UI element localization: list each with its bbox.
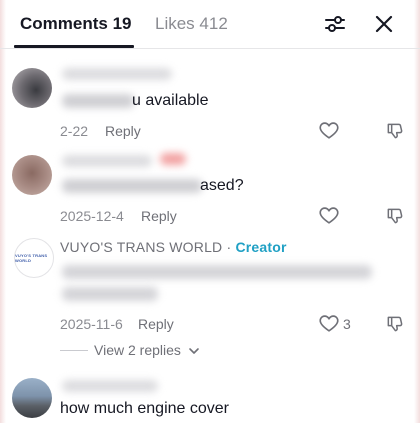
- close-icon[interactable]: [374, 14, 394, 34]
- avatar[interactable]: [12, 378, 52, 418]
- comment-date: 2025-12-4: [60, 208, 124, 224]
- sliders-icon[interactable]: [324, 13, 346, 35]
- comment-item: how much engine cover: [0, 372, 420, 423]
- replies-divider-line: [60, 350, 88, 351]
- thumbs-down-icon[interactable]: [385, 121, 405, 141]
- comment-item: ased? 2025-12-4 Reply: [0, 145, 420, 235]
- reply-button[interactable]: Reply: [138, 316, 174, 332]
- creator-comment: VUYO'S TRANS WORLD · Creator 2025-11-6 R…: [0, 235, 420, 335]
- username-text: VUYO'S TRANS WORLD: [60, 239, 223, 255]
- blurred-text: [62, 179, 202, 193]
- thumbs-down-icon[interactable]: [385, 206, 405, 226]
- heart-icon[interactable]: [318, 204, 340, 226]
- comment-date: 2025-11-6: [60, 316, 123, 332]
- blurred-text: [62, 265, 372, 279]
- comment-date: 2-22: [60, 123, 89, 139]
- blurred-text: [62, 94, 134, 108]
- view-replies-button[interactable]: View 2 replies: [60, 341, 220, 361]
- view-replies-label: View 2 replies: [94, 342, 181, 358]
- blurred-text: [62, 287, 158, 301]
- comments-header: Comments 19 Likes 412: [0, 0, 420, 49]
- blurred-username: [62, 155, 152, 167]
- heart-icon[interactable]: [318, 119, 340, 141]
- tab-comments[interactable]: Comments 19: [20, 14, 131, 34]
- avatar[interactable]: [12, 68, 52, 108]
- chevron-down-icon: [189, 348, 199, 354]
- comment-text: ased?: [200, 177, 244, 194]
- separator: ·: [226, 239, 232, 255]
- comment-text: how much engine cover: [60, 400, 229, 417]
- comment-item: u available 2-22 Reply: [0, 60, 420, 145]
- thumbs-down-icon[interactable]: [385, 314, 405, 334]
- blurred-username: [62, 380, 158, 392]
- reply-button[interactable]: Reply: [141, 208, 177, 224]
- avatar[interactable]: [12, 155, 52, 195]
- creator-badge: Creator: [235, 239, 287, 255]
- creator-username[interactable]: VUYO'S TRANS WORLD · Creator: [60, 239, 287, 255]
- tab-likes[interactable]: Likes 412: [155, 14, 228, 34]
- comment-text: u available: [132, 92, 209, 109]
- reply-button[interactable]: Reply: [105, 123, 141, 139]
- like-count: 3: [343, 316, 351, 332]
- active-tab-indicator: [14, 45, 134, 48]
- blurred-username: [62, 68, 172, 80]
- blurred-badge: [160, 153, 186, 165]
- heart-icon[interactable]: [318, 312, 340, 334]
